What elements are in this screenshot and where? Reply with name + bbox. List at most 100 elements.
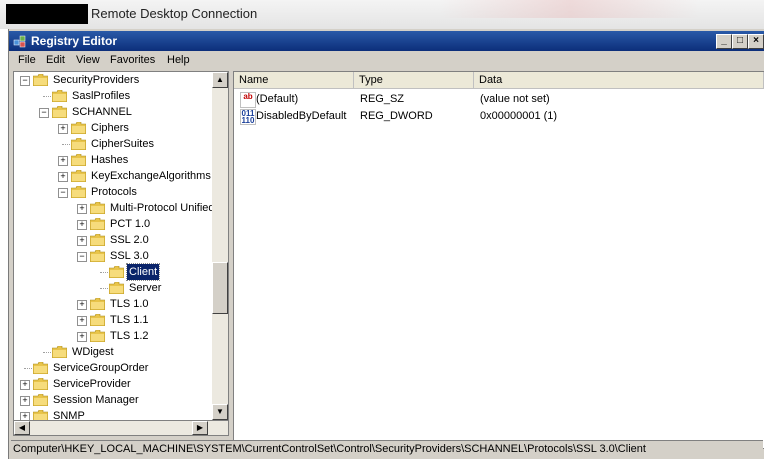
value-row[interactable]: ab (Default) REG_SZ (value not set) [234,91,764,108]
column-header-type[interactable]: Type [354,72,474,89]
tree-node-label: Multi-Protocol Unified [110,202,215,214]
value-name: DisabledByDefault [256,110,347,122]
tree-node[interactable]: − SecurityProviders [14,72,212,88]
expand-icon[interactable]: + [58,172,68,182]
folder-icon [90,314,105,326]
window-title: Registry Editor [31,34,118,48]
tree-node[interactable]: − Protocols [14,184,212,200]
folder-icon [71,154,86,166]
expand-icon[interactable]: + [20,396,30,406]
expand-icon[interactable]: + [77,220,87,230]
registry-editor-icon [13,35,26,48]
tree-node[interactable]: + PCT 1.0 [14,216,212,232]
tree-node-label: Hashes [91,154,129,166]
tree-node[interactable]: + Multi-Protocol Unified [14,200,215,216]
expand-icon[interactable]: + [77,204,87,214]
expand-icon[interactable]: + [58,156,68,166]
close-button[interactable]: × [748,34,764,49]
tree-node[interactable]: + Session Manager [14,392,212,408]
scroll-up-button[interactable]: ▲ [212,72,228,88]
tree-node-label: ServiceProvider [53,378,131,390]
tree-node[interactable]: WDigest [14,344,212,360]
redacted-host [6,4,88,24]
tree-node[interactable]: + TLS 1.1 [14,312,212,328]
tree-node-label: TLS 1.1 [110,314,149,326]
tree-node[interactable]: Client [14,263,212,281]
scroll-thumb[interactable] [212,262,228,314]
folder-icon [52,346,67,358]
tree-node[interactable]: + KeyExchangeAlgorithms [14,168,212,184]
tree-node-label: SecurityProviders [53,74,140,86]
column-header-data[interactable]: Data [474,72,764,89]
tree-node-label: Protocols [91,186,137,198]
folder-icon [90,250,105,262]
expand-icon[interactable]: + [58,124,68,134]
tree-node-label: SSL 2.0 [110,234,149,246]
menu-file[interactable]: File [18,54,36,66]
tree-node[interactable]: + ServiceProvider [14,376,212,392]
tree-vertical-scrollbar[interactable]: ▲ ▼ [212,72,228,434]
collapse-icon[interactable]: − [20,76,30,86]
folder-icon [90,234,105,246]
folder-icon [33,74,48,86]
expand-icon[interactable]: + [77,332,87,342]
expand-icon[interactable]: + [77,316,87,326]
tree-node-label: TLS 1.2 [110,330,149,342]
scroll-right-button[interactable]: ▶ [192,421,208,435]
value-name: (Default) [256,93,299,105]
tree-node[interactable]: + Ciphers [14,120,212,136]
value-type: REG_SZ [360,93,405,105]
tree-node-label: CipherSuites [91,138,154,150]
collapse-icon[interactable]: − [77,252,87,262]
column-header-name[interactable]: Name [234,72,354,89]
folder-icon [90,202,105,214]
minimize-button[interactable]: _ [716,34,732,49]
menu-edit[interactable]: Edit [46,54,65,66]
tree-node[interactable]: + SSL 2.0 [14,232,212,248]
folder-icon [33,394,48,406]
menu-favorites[interactable]: Favorites [110,54,155,66]
tree-node[interactable]: SaslProfiles [14,88,212,104]
collapse-icon[interactable]: − [58,188,68,198]
folder-icon [71,122,86,134]
expand-icon[interactable]: + [20,380,30,390]
window-titlebar[interactable]: Registry Editor _ □ × [9,31,764,51]
folder-icon [109,266,124,278]
tree-node[interactable]: + TLS 1.0 [14,296,212,312]
tree-node[interactable]: ServiceGroupOrder [14,360,212,376]
expand-icon[interactable]: + [77,300,87,310]
string-value-icon: ab [240,92,256,108]
value-data: (value not set) [480,93,550,105]
rdp-title: Remote Desktop Connection [91,6,258,21]
maximize-button[interactable]: □ [732,34,748,49]
tree-node-label: Server [129,282,162,294]
scroll-down-button[interactable]: ▼ [212,404,228,420]
menu-bar: File Edit View Favorites Help [9,52,764,70]
collapse-icon[interactable]: − [39,108,49,118]
tree-horizontal-scrollbar[interactable]: ◀ ▶ [13,420,229,436]
registry-tree[interactable]: − SecurityProviders SaslProfiles − SCHANNEL +… [13,71,229,435]
values-list[interactable]: Name Type Data ab (Default) REG_SZ (valu… [233,71,764,449]
menu-view[interactable]: View [76,54,100,66]
expand-icon[interactable]: + [77,236,87,246]
tree-node-label: SSL 3.0 [110,250,149,262]
tree-node[interactable]: − SSL 3.0 [14,248,212,264]
menu-help[interactable]: Help [167,54,190,66]
folder-icon [52,106,67,118]
tree-node-label: SCHANNEL [72,106,132,118]
tree-node[interactable]: − SCHANNEL [14,104,212,120]
value-data: 0x00000001 (1) [480,110,558,122]
tree-node[interactable]: Server [14,280,212,296]
value-type: REG_DWORD [360,110,433,122]
tree-node-label: Session Manager [53,394,139,406]
status-bar-path: Computer\HKEY_LOCAL_MACHINE\SYSTEM\Curre… [11,440,763,457]
tree-node[interactable]: + Hashes [14,152,212,168]
scroll-left-button[interactable]: ◀ [14,421,30,435]
tree-node[interactable]: CipherSuites [14,136,212,152]
tree-node[interactable]: + TLS 1.2 [14,328,212,344]
value-row[interactable]: 011 110 DisabledByDefault REG_DWORD 0x000… [234,108,764,125]
folder-icon [33,378,48,390]
tree-node-label: PCT 1.0 [110,218,151,230]
folder-icon [71,170,86,182]
tree-node-label: SaslProfiles [72,90,131,102]
